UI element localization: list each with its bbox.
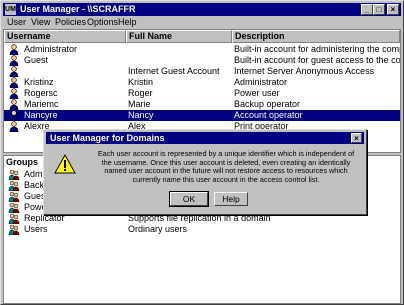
user-row[interactable]: Rogersc Roger Power user — [4, 88, 400, 99]
window-title: User Manager - \\SCRAFFR — [20, 4, 136, 14]
ok-button[interactable]: OK — [169, 191, 209, 207]
dialog-title: User Manager for Domains — [50, 133, 165, 143]
user-row[interactable]: Nancyre Nancy Account operator — [4, 110, 400, 121]
help-button[interactable]: Help — [214, 192, 248, 206]
group-name: Users — [24, 224, 48, 234]
user-username: Kristinz — [24, 77, 54, 87]
warning-dialog: User Manager for Domains × Each user acc… — [43, 129, 367, 215]
user-manager-window: UM User Manager - \\SCRAFFR _ □ × User V… — [0, 0, 404, 305]
user-username: Administrator — [24, 44, 78, 54]
user-fullname: Kristin — [128, 77, 154, 87]
user-row[interactable]: Kristinz Kristin Administrator — [4, 77, 400, 88]
column-header-username[interactable]: Username — [4, 30, 126, 43]
user-description: Built-in account for administering the c… — [234, 44, 401, 54]
user-description: Internet Server Anonymous Access — [234, 66, 375, 76]
group-row[interactable]: Users Ordinary users — [4, 224, 400, 235]
menu-user[interactable]: User — [7, 17, 26, 28]
group-icon — [8, 191, 20, 202]
dialog-message: Each user account is represented by a un… — [97, 149, 355, 184]
user-fullname: Roger — [128, 88, 153, 98]
group-icon — [8, 202, 20, 213]
dialog-close-button[interactable]: × — [351, 133, 362, 143]
column-header-description[interactable]: Description — [232, 30, 400, 43]
menu-help[interactable]: Help — [118, 17, 137, 28]
user-icon — [9, 66, 19, 77]
close-button[interactable]: × — [387, 4, 399, 15]
column-header-fullname[interactable]: Full Name — [126, 30, 232, 43]
user-fullname: Marie — [128, 99, 151, 109]
user-icon — [9, 55, 19, 66]
dialog-titlebar[interactable]: User Manager for Domains × — [46, 132, 364, 144]
user-description: Account operator — [234, 110, 303, 120]
user-icon — [9, 44, 19, 55]
menu-bar: User View Policies Options Help — [3, 16, 401, 28]
user-icon — [9, 77, 19, 88]
user-username: Rogersc — [24, 88, 58, 98]
group-icon — [8, 224, 20, 235]
user-description: Built-in account for guest access to the… — [234, 55, 401, 65]
group-icon — [8, 169, 20, 180]
minimize-button[interactable]: _ — [361, 4, 373, 15]
group-name: Back — [24, 180, 45, 190]
menu-policies[interactable]: Policies — [55, 17, 86, 28]
group-icon — [8, 213, 20, 224]
user-icon — [9, 121, 19, 132]
user-row[interactable]: Internet Guest Account Internet Server An… — [4, 66, 400, 77]
user-icon — [9, 99, 19, 110]
user-fullname: Nancy — [128, 110, 154, 120]
window-titlebar[interactable]: UM User Manager - \\SCRAFFR _ □ × — [3, 3, 401, 16]
user-username: Guest — [24, 55, 49, 65]
user-row[interactable]: Guest Built-in account for guest access t… — [4, 55, 400, 66]
user-username: Mariemc — [24, 99, 59, 109]
user-fullname: Internet Guest Account — [128, 66, 220, 76]
user-description: Administrator — [234, 77, 288, 87]
group-name: Admi — [24, 169, 45, 179]
user-row[interactable]: Administrator Built-in account for admini… — [4, 44, 400, 55]
menu-view[interactable]: View — [31, 17, 50, 28]
user-username: Nancyre — [24, 110, 58, 120]
user-description: Power user — [234, 88, 280, 98]
menu-options[interactable]: Options — [87, 17, 118, 28]
user-icon — [9, 88, 19, 99]
user-row[interactable]: Mariemc Marie Backup operator — [4, 99, 400, 110]
user-description: Backup operator — [234, 99, 301, 109]
maximize-button[interactable]: □ — [373, 4, 385, 15]
user-icon — [9, 110, 19, 121]
warning-icon — [54, 154, 76, 174]
app-icon: UM — [5, 4, 16, 15]
group-icon — [8, 180, 20, 191]
group-description: Ordinary users — [128, 224, 188, 234]
